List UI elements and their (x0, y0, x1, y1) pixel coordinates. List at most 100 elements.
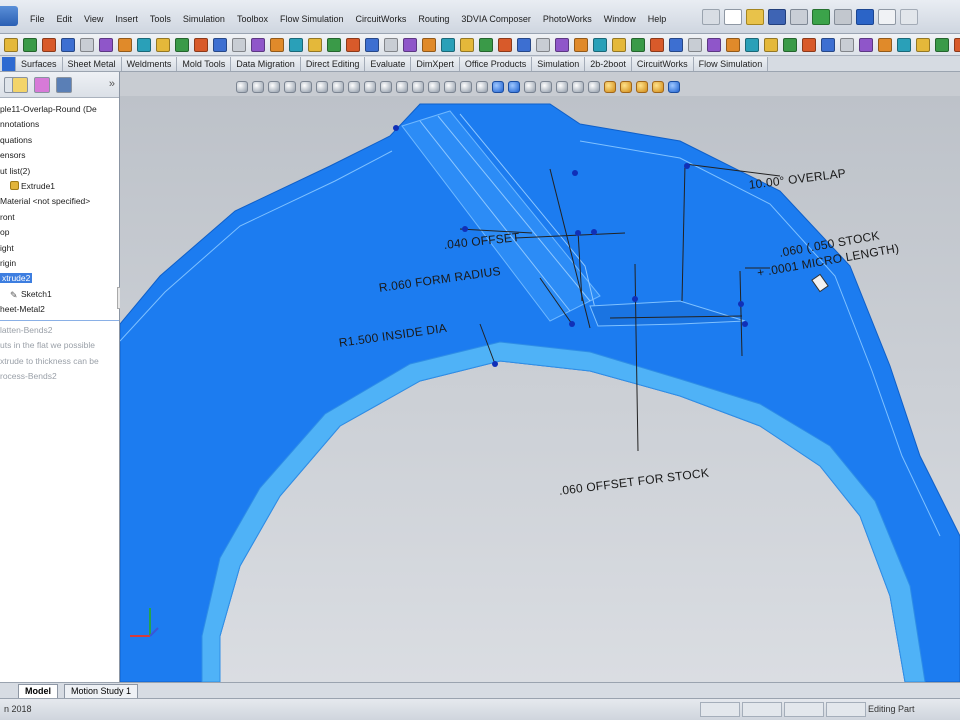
display-style-icon[interactable] (316, 81, 328, 93)
tree-item-part[interactable]: ple11-Overlap-Round (De (0, 102, 119, 117)
command-tool-icon[interactable] (289, 37, 303, 52)
menu-simulation[interactable]: Simulation (177, 12, 231, 26)
command-tool-icon[interactable] (42, 37, 56, 52)
command-tool-icon[interactable] (745, 37, 759, 52)
command-tool-icon[interactable] (4, 37, 18, 52)
menu-routing[interactable]: Routing (412, 12, 455, 26)
command-tool-icon[interactable] (232, 37, 246, 52)
menu-view[interactable]: View (78, 12, 109, 26)
tree-item-origin[interactable]: rigin (0, 256, 119, 271)
tab-direct-editing[interactable]: Direct Editing (300, 57, 366, 71)
command-tool-icon[interactable] (707, 37, 721, 52)
command-tool-icon[interactable] (517, 37, 531, 52)
command-tool-icon[interactable] (308, 37, 322, 52)
overflow-icon[interactable] (900, 9, 918, 25)
camera-icon[interactable] (668, 81, 680, 93)
cube-view-9-icon[interactable] (476, 81, 488, 93)
tab-sheet-metal[interactable]: Sheet Metal (62, 57, 122, 71)
wireframe-icon[interactable] (524, 81, 536, 93)
tab-circuitworks[interactable]: CircuitWorks (631, 57, 694, 71)
command-tool-icon[interactable] (916, 37, 930, 52)
property-manager-tab-icon[interactable] (12, 77, 28, 93)
command-tool-icon[interactable] (137, 37, 151, 52)
command-tool-icon[interactable] (460, 37, 474, 52)
tab-dimxpert[interactable]: DimXpert (411, 57, 460, 71)
command-tool-icon[interactable] (954, 37, 960, 52)
menu-file[interactable]: File (24, 12, 51, 26)
command-tool-icon[interactable] (650, 37, 664, 52)
cube-view-5-icon[interactable] (412, 81, 424, 93)
shadows-icon[interactable] (588, 81, 600, 93)
command-tool-icon[interactable] (99, 37, 113, 52)
command-tool-icon[interactable] (859, 37, 873, 52)
graphics-area[interactable]: 10.00° OVERLAP .040 OFFSET R.060 FORM RA… (120, 96, 960, 682)
menu-photoworks[interactable]: PhotoWorks (537, 12, 598, 26)
command-tool-icon[interactable] (555, 37, 569, 52)
command-tool-icon[interactable] (175, 37, 189, 52)
tree-item-right-plane[interactable]: ight (0, 241, 119, 256)
options-icon[interactable] (834, 9, 852, 25)
cube-view-7-icon[interactable] (444, 81, 456, 93)
section-view-icon[interactable] (284, 81, 296, 93)
command-tool-icon[interactable] (479, 37, 493, 52)
zoom-area-icon[interactable] (252, 81, 264, 93)
tree-item-extrude2[interactable]: xtrude2 (0, 271, 119, 286)
shaded-edges-icon[interactable] (508, 81, 520, 93)
tab-evaluate[interactable]: Evaluate (365, 57, 412, 71)
tab-features[interactable] (2, 57, 16, 71)
command-tool-icon[interactable] (156, 37, 170, 52)
cube-view-3-icon[interactable] (380, 81, 392, 93)
command-tool-icon[interactable] (897, 37, 911, 52)
menu-help[interactable]: Help (642, 12, 673, 26)
tree-item-top-plane[interactable]: op (0, 225, 119, 240)
command-tool-icon[interactable] (403, 37, 417, 52)
tab-surfaces[interactable]: Surfaces (16, 57, 63, 71)
tab-motion-study[interactable]: Motion Study 1 (64, 684, 139, 699)
tab-weldments[interactable]: Weldments (121, 57, 178, 71)
hidden-removed-icon[interactable] (556, 81, 568, 93)
config-manager-tab-icon[interactable] (34, 77, 50, 93)
menu-flow-simulation[interactable]: Flow Simulation (274, 12, 350, 26)
command-tool-icon[interactable] (213, 37, 227, 52)
command-tool-icon[interactable] (612, 37, 626, 52)
command-tool-icon[interactable] (821, 37, 835, 52)
tree-item-front-plane[interactable]: ront (0, 210, 119, 225)
new-document-icon[interactable] (724, 9, 742, 25)
tab-data-migration[interactable]: Data Migration (231, 57, 301, 71)
command-tool-icon[interactable] (688, 37, 702, 52)
command-tool-icon[interactable] (61, 37, 75, 52)
view-settings-icon[interactable] (572, 81, 584, 93)
undo-icon[interactable] (856, 9, 874, 25)
cube-view-6-icon[interactable] (428, 81, 440, 93)
menu-3dvia-composer[interactable]: 3DVIA Composer (455, 12, 537, 26)
app-logo-icon[interactable] (0, 6, 18, 26)
tab-2b-2boot[interactable]: 2b-2boot (585, 57, 632, 71)
command-tool-icon[interactable] (878, 37, 892, 52)
command-tool-icon[interactable] (251, 37, 265, 52)
menu-insert[interactable]: Insert (109, 12, 144, 26)
command-tool-icon[interactable] (802, 37, 816, 52)
tree-item-cut-list[interactable]: ut list(2) (0, 164, 119, 179)
hide-show-icon[interactable] (332, 81, 344, 93)
menu-window[interactable]: Window (598, 12, 642, 26)
command-tool-icon[interactable] (498, 37, 512, 52)
print-icon[interactable] (790, 9, 808, 25)
tree-item-process-bends2[interactable]: rocess-Bends2 (0, 369, 119, 384)
command-tool-icon[interactable] (327, 37, 341, 52)
tree-item-annotations[interactable]: nnotations (0, 117, 119, 132)
tree-item-sensors[interactable]: ensors (0, 148, 119, 163)
select-arrow-icon[interactable] (878, 9, 896, 25)
menu-circuitworks[interactable]: CircuitWorks (350, 12, 413, 26)
tree-item-material[interactable]: Material <not specified> (0, 194, 119, 209)
tree-item-sheet-metal2[interactable]: heet-Metal2 (0, 302, 119, 317)
command-tool-icon[interactable] (593, 37, 607, 52)
command-tool-icon[interactable] (384, 37, 398, 52)
menu-tools[interactable]: Tools (144, 12, 177, 26)
command-tool-icon[interactable] (23, 37, 37, 52)
hidden-lines-icon[interactable] (540, 81, 552, 93)
rollback-bar[interactable] (0, 319, 119, 321)
command-tool-icon[interactable] (346, 37, 360, 52)
tree-item-sketch1[interactable]: ✎ Sketch1 (0, 287, 119, 302)
cube-view-icon[interactable] (348, 81, 360, 93)
cube-view-8-icon[interactable] (460, 81, 472, 93)
